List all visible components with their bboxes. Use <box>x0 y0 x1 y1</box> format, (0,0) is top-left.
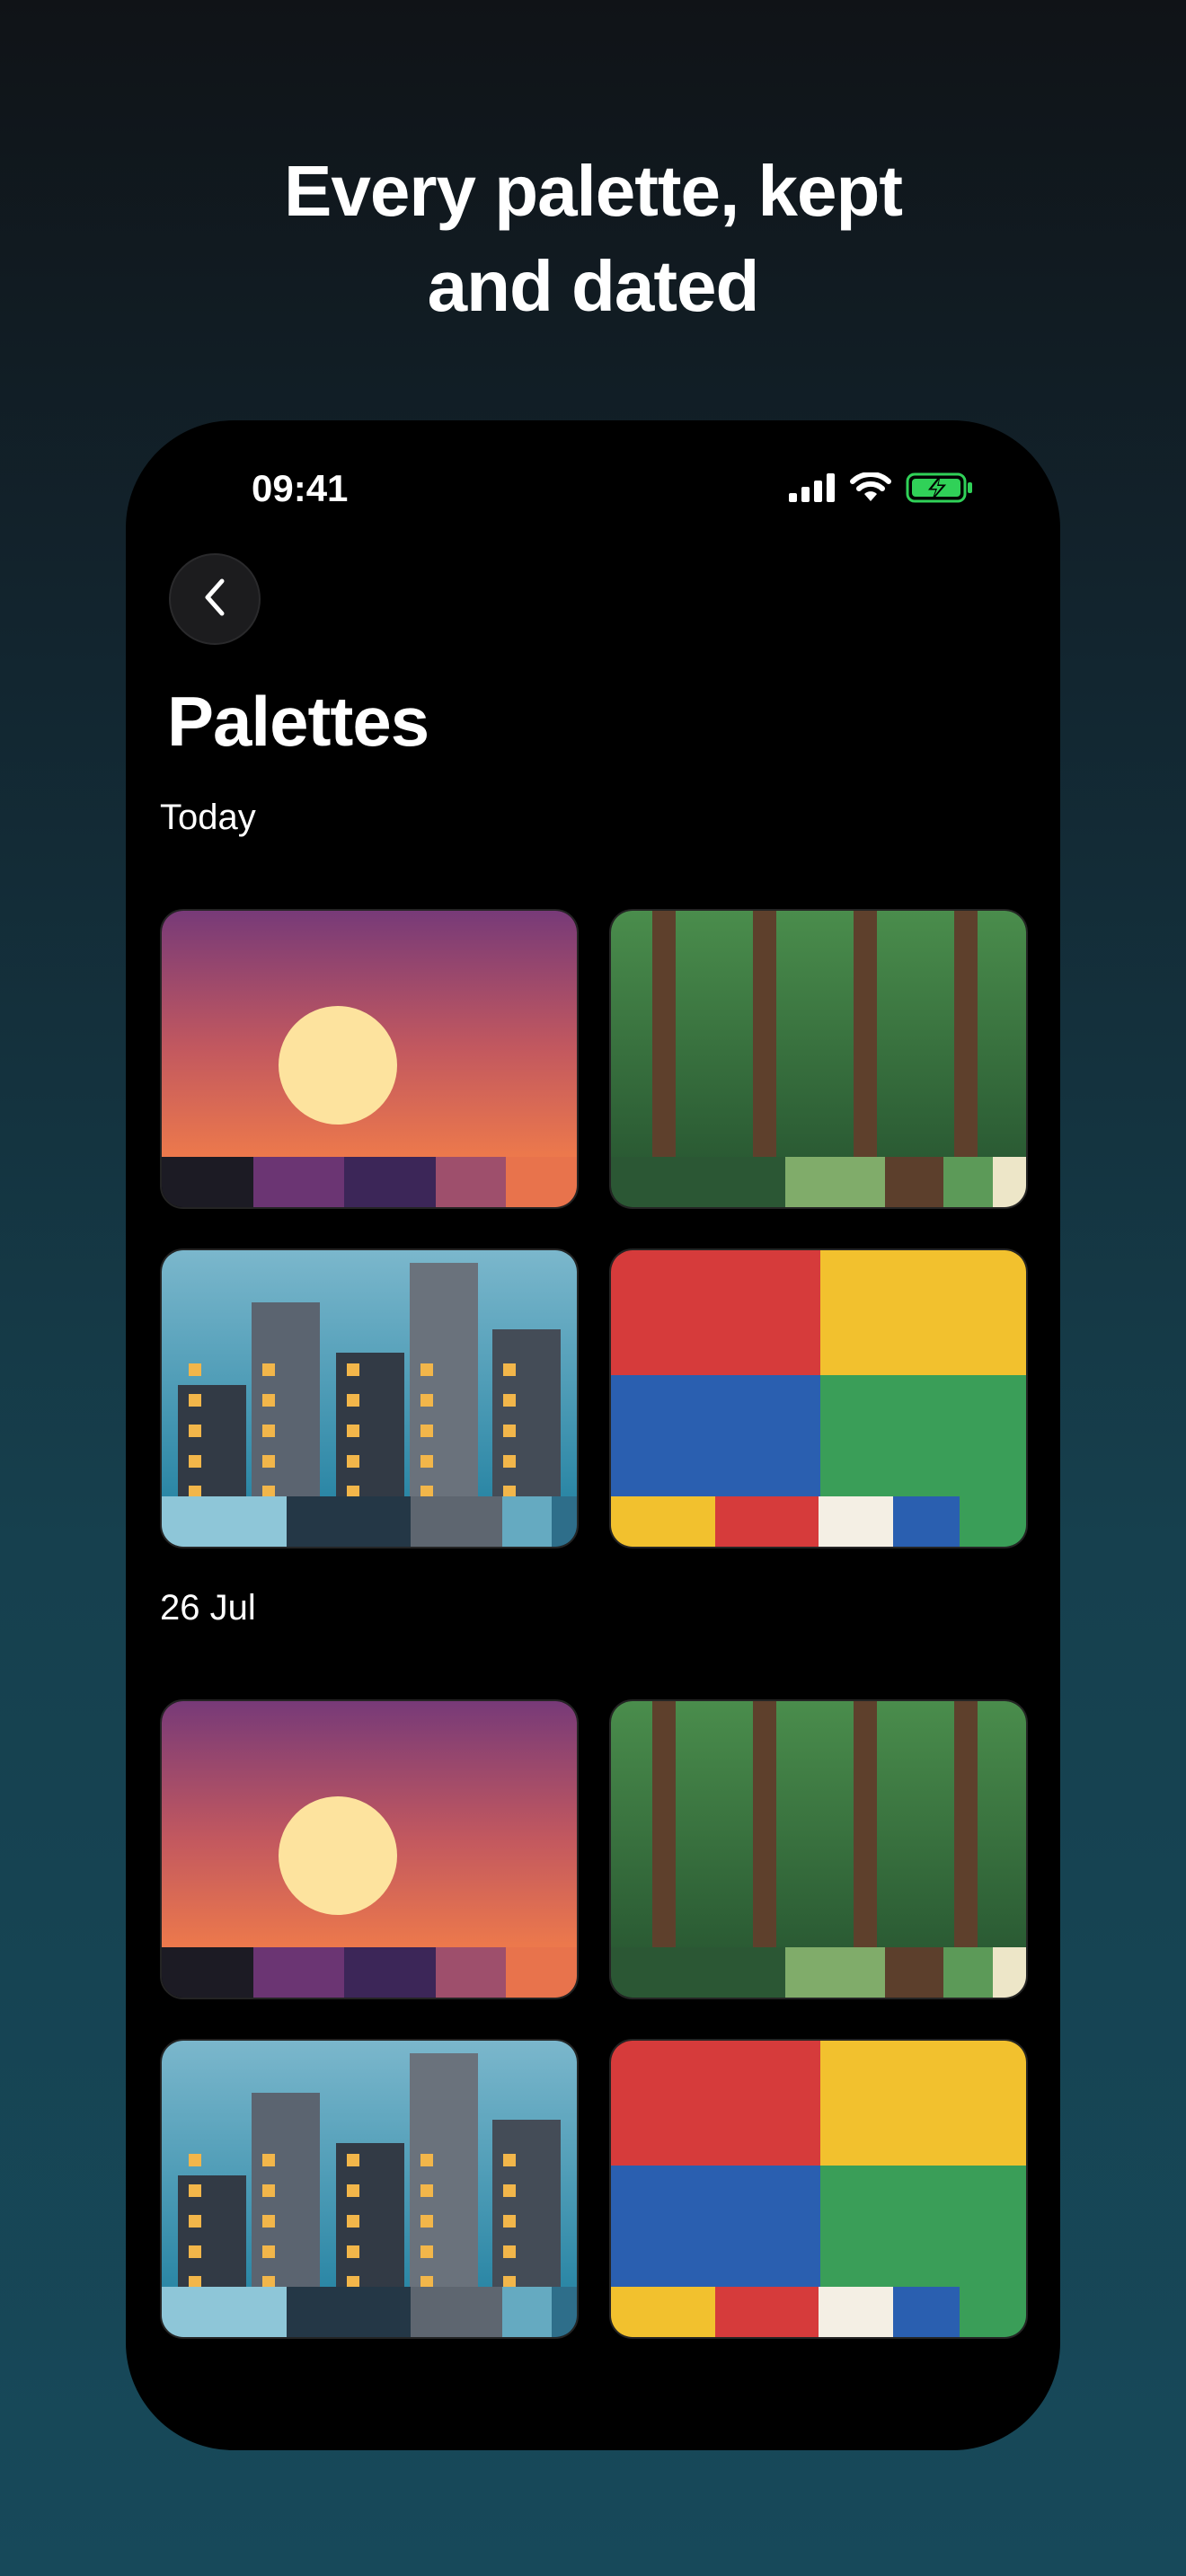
color-swatch[interactable] <box>162 1496 287 1547</box>
color-swatch[interactable] <box>411 1496 502 1547</box>
color-swatch[interactable] <box>893 2287 960 2337</box>
color-swatch[interactable] <box>993 1947 1026 1998</box>
color-swatch[interactable] <box>819 2287 894 2337</box>
swatch-strip <box>162 2287 577 2337</box>
wifi-icon <box>850 472 891 507</box>
palette-card-city[interactable] <box>160 1248 579 1548</box>
back-button[interactable] <box>169 553 261 645</box>
blocks-artwork <box>611 1250 1026 1500</box>
color-swatch[interactable] <box>162 2287 287 2337</box>
color-swatch[interactable] <box>698 1947 786 1998</box>
palette-card-sunset[interactable] <box>160 909 579 1209</box>
color-swatch[interactable] <box>611 1947 699 1998</box>
city-artwork <box>162 2041 577 2290</box>
color-swatch[interactable] <box>785 1947 885 1998</box>
color-swatch[interactable] <box>943 1947 994 1998</box>
palette-card-blocks[interactable] <box>609 2039 1028 2339</box>
color-swatch[interactable] <box>893 1496 960 1547</box>
color-swatch[interactable] <box>552 2287 577 2337</box>
cellular-signal-icon <box>789 473 836 507</box>
color-swatch[interactable] <box>435 1157 507 1207</box>
color-swatch[interactable] <box>884 1157 943 1207</box>
headline-line-2: and dated <box>427 246 760 326</box>
swatch-strip <box>611 2287 1026 2337</box>
swatch-strip <box>611 1947 1026 1998</box>
color-swatch[interactable] <box>552 1496 577 1547</box>
color-swatch[interactable] <box>435 1947 507 1998</box>
color-swatch[interactable] <box>785 1157 885 1207</box>
palette-card-city[interactable] <box>160 2039 579 2339</box>
color-swatch[interactable] <box>162 1947 253 1998</box>
battery-charging-icon <box>906 472 974 507</box>
headline-line-1: Every palette, kept <box>284 151 903 231</box>
color-swatch[interactable] <box>960 1496 1026 1547</box>
color-swatch[interactable] <box>698 1157 786 1207</box>
color-swatch[interactable] <box>286 1496 412 1547</box>
color-swatch[interactable] <box>506 1157 577 1207</box>
color-swatch[interactable] <box>252 1157 345 1207</box>
forest-artwork <box>611 911 1026 1160</box>
color-swatch[interactable] <box>286 2287 412 2337</box>
blocks-artwork <box>611 2041 1026 2290</box>
status-time: 09:41 <box>252 467 349 509</box>
color-swatch[interactable] <box>943 1157 994 1207</box>
color-swatch[interactable] <box>611 1496 715 1547</box>
swatch-strip <box>162 1947 577 1998</box>
headline: Every palette, kept and dated <box>0 144 1186 334</box>
swatch-strip <box>162 1496 577 1547</box>
swatch-strip <box>611 1157 1026 1207</box>
color-swatch[interactable] <box>819 1496 894 1547</box>
sunset-artwork <box>162 911 577 1160</box>
section-header: 26 Jul <box>160 1588 256 1628</box>
phone-frame: 09:41 Palettes Today 26 Jul <box>126 420 1060 2450</box>
color-swatch[interactable] <box>611 1157 699 1207</box>
color-swatch[interactable] <box>960 2287 1026 2337</box>
palette-card-forest[interactable] <box>609 909 1028 1209</box>
color-swatch[interactable] <box>344 1157 436 1207</box>
color-swatch[interactable] <box>993 1157 1026 1207</box>
city-artwork <box>162 1250 577 1500</box>
color-swatch[interactable] <box>411 2287 502 2337</box>
forest-artwork <box>611 1701 1026 1951</box>
color-swatch[interactable] <box>344 1947 436 1998</box>
color-swatch[interactable] <box>884 1947 943 1998</box>
color-swatch[interactable] <box>714 2287 819 2337</box>
swatch-strip <box>162 1157 577 1207</box>
color-swatch[interactable] <box>501 1496 553 1547</box>
page-title: Palettes <box>167 682 429 761</box>
color-swatch[interactable] <box>501 2287 553 2337</box>
color-swatch[interactable] <box>611 2287 715 2337</box>
color-swatch[interactable] <box>252 1947 345 1998</box>
color-swatch[interactable] <box>506 1947 577 1998</box>
color-swatch[interactable] <box>162 1157 253 1207</box>
sunset-artwork <box>162 1701 577 1951</box>
chevron-left-icon <box>197 576 233 623</box>
palette-card-sunset[interactable] <box>160 1699 579 1999</box>
color-swatch[interactable] <box>714 1496 819 1547</box>
palette-card-blocks[interactable] <box>609 1248 1028 1548</box>
palette-card-forest[interactable] <box>609 1699 1028 1999</box>
status-icons <box>789 472 974 507</box>
section-header: Today <box>160 798 256 837</box>
swatch-strip <box>611 1496 1026 1547</box>
